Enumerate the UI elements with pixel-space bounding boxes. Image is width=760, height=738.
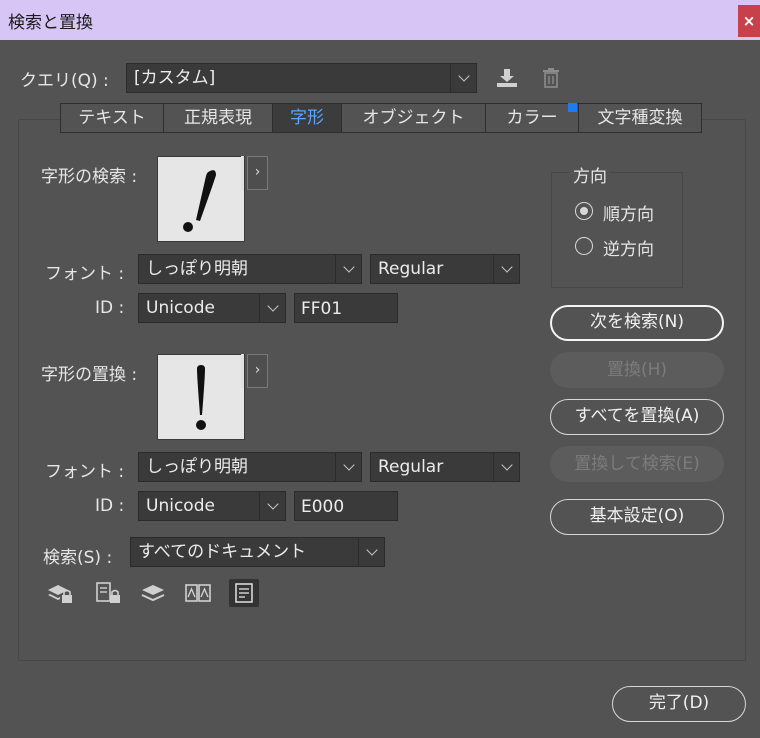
tab-bar: テキスト 正規表現 字形 オブジェクト カラー 文字種変換: [60, 103, 702, 133]
find-glyph-label: 字形の検索 :: [41, 167, 138, 187]
hidden-layers-icon[interactable]: [138, 579, 168, 607]
tab-indicator-dot: [568, 103, 577, 112]
tab-transliterate[interactable]: 文字種変換: [579, 104, 701, 132]
chevron-down-icon: [335, 453, 361, 481]
find-id-type-dropdown[interactable]: Unicode: [138, 293, 286, 323]
chevron-down-icon: [358, 538, 384, 566]
close-button[interactable]: ×: [738, 5, 760, 37]
basic-settings-button[interactable]: 基本設定(O): [550, 499, 724, 535]
search-scope-value: すべてのドキュメント: [138, 542, 307, 562]
locked-stories-icon[interactable]: [93, 579, 123, 607]
replace-id-type-dropdown[interactable]: Unicode: [138, 491, 286, 521]
tab-regex[interactable]: 正規表現: [164, 104, 273, 132]
replace-id-type-value: Unicode: [146, 496, 215, 516]
replace-id-label: ID :: [95, 496, 125, 516]
find-next-button[interactable]: 次を検索(N): [550, 305, 724, 341]
tab-text[interactable]: テキスト: [61, 104, 164, 132]
direction-forward-radio[interactable]: [575, 202, 593, 220]
replace-button[interactable]: 置換(H): [550, 352, 724, 388]
search-scope-label: 検索(S) :: [43, 548, 113, 568]
tab-object[interactable]: オブジェクト: [342, 104, 486, 132]
replace-glyph-preview[interactable]: [157, 354, 245, 440]
replace-id-input[interactable]: E000: [294, 491, 398, 521]
chevron-down-icon: [335, 255, 361, 283]
trash-icon[interactable]: [536, 64, 566, 92]
replace-and-find-button[interactable]: 置換して検索(E): [550, 446, 724, 482]
query-value: [カスタム]: [134, 68, 216, 88]
locked-layers-icon[interactable]: [45, 579, 75, 607]
query-dropdown[interactable]: [カスタム]: [126, 63, 477, 93]
save-query-icon[interactable]: [492, 64, 522, 92]
find-font-dropdown[interactable]: しっぽり明朝: [138, 254, 362, 284]
find-font-label: フォント :: [45, 264, 125, 284]
glyph-scroll-handle: [241, 156, 244, 190]
window-title: 検索と置換: [8, 13, 93, 33]
find-id-label: ID :: [95, 298, 125, 318]
tab-color[interactable]: カラー: [486, 104, 579, 132]
direction-title: 方向: [570, 162, 610, 187]
find-style-dropdown[interactable]: Regular: [370, 254, 520, 284]
find-glyph-preview[interactable]: [157, 156, 245, 242]
chevron-down-icon: [493, 453, 519, 481]
replace-style-dropdown[interactable]: Regular: [370, 452, 520, 482]
direction-group: [551, 172, 683, 288]
chevron-down-icon: [493, 255, 519, 283]
tab-glyph[interactable]: 字形: [273, 104, 342, 132]
glyph-scroll-handle: [241, 354, 244, 388]
search-scope-dropdown[interactable]: すべてのドキュメント: [130, 537, 385, 567]
replace-glyph-more-button[interactable]: ›: [247, 354, 268, 388]
find-style-value: Regular: [378, 259, 444, 279]
replace-font-dropdown[interactable]: しっぽり明朝: [138, 452, 362, 482]
replace-all-button[interactable]: すべてを置換(A): [550, 399, 724, 435]
footnotes-icon[interactable]: [229, 579, 259, 607]
direction-forward-label: 順方向: [603, 205, 654, 225]
chevron-down-icon: [259, 294, 285, 322]
done-button[interactable]: 完了(D): [612, 686, 746, 722]
find-id-input[interactable]: FF01: [294, 293, 398, 323]
replace-font-label: フォント :: [45, 462, 125, 482]
replace-glyph-label: 字形の置換 :: [41, 365, 138, 385]
master-pages-icon[interactable]: [183, 579, 213, 607]
title-bar: [0, 0, 760, 40]
find-glyph-more-button[interactable]: ›: [247, 156, 268, 190]
replace-style-value: Regular: [378, 457, 444, 477]
direction-backward-label: 逆方向: [603, 240, 654, 260]
replace-font-value: しっぽり明朝: [146, 457, 248, 477]
chevron-down-icon: [450, 64, 476, 92]
find-font-value: しっぽり明朝: [146, 259, 248, 279]
chevron-down-icon: [259, 492, 285, 520]
query-label: クエリ(Q) :: [20, 71, 109, 91]
find-id-type-value: Unicode: [146, 298, 215, 318]
direction-backward-radio[interactable]: [575, 237, 593, 255]
